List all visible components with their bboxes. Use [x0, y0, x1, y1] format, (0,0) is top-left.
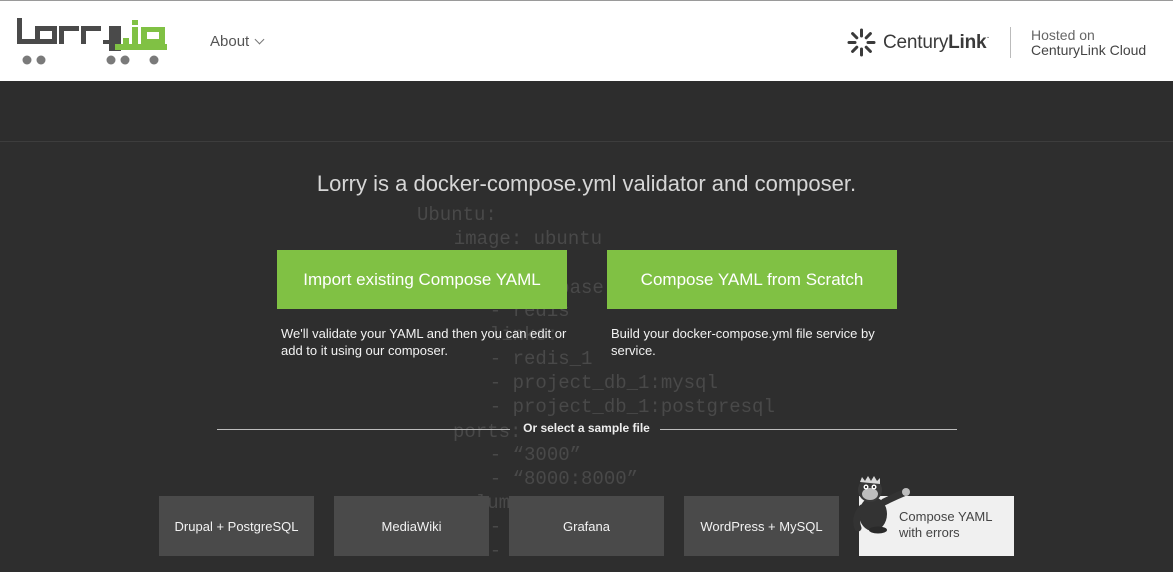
sample-drupal-postgresql[interactable]: Drupal + PostgreSQL — [159, 496, 314, 556]
dark-band — [0, 81, 1173, 142]
yaml-line: - project_db_1:mysql — [467, 372, 718, 394]
page-tagline: Lorry is a docker-compose.yml validator … — [316, 171, 857, 196]
gorilla-mascot-icon — [853, 476, 910, 534]
import-description: We'll validate your YAML and then you ca… — [281, 326, 567, 358]
yaml-line: - “8000:8000” — [467, 468, 639, 490]
yaml-line: image: ubuntu — [431, 228, 603, 250]
nav-about-label: About — [210, 33, 250, 50]
separator-right — [660, 429, 957, 430]
sample-mediawiki[interactable]: MediaWiki — [334, 496, 489, 556]
sample-heading: Or select a sample file — [523, 421, 650, 435]
yaml-line: - project_db_1:postgresql — [467, 396, 775, 418]
compose-description: Build your docker-compose.yml file servi… — [611, 326, 875, 358]
brand-mark: · — [986, 31, 990, 43]
sample-grafana[interactable]: Grafana — [509, 496, 664, 556]
yaml-line: - “3000” — [467, 444, 582, 466]
compose-scratch-button[interactable]: Compose YAML from Scratch — [607, 250, 897, 309]
centurylink-brand[interactable]: CenturyLink· — [847, 28, 990, 57]
site-header: About CenturyLink· Hosted on CenturyLink… — [0, 0, 1173, 81]
yaml-line: Ubuntu: — [417, 204, 497, 226]
brand-regular: Century — [883, 31, 949, 53]
nav-about-menu[interactable]: About — [210, 33, 265, 50]
hosted-line-1: Hosted on — [1031, 27, 1095, 43]
centurylink-sunburst-icon — [847, 28, 876, 57]
brand-bold: Link — [948, 31, 987, 53]
sample-wordpress-mysql[interactable]: WordPress + MySQL — [684, 496, 839, 556]
chevron-down-icon — [254, 34, 265, 45]
hosted-on-text: Hosted on CenturyLink Cloud — [1031, 28, 1146, 58]
lorry-logo[interactable] — [15, 18, 167, 66]
header-divider — [1010, 27, 1011, 58]
hosted-line-2: CenturyLink Cloud — [1031, 42, 1147, 58]
import-yaml-button[interactable]: Import existing Compose YAML — [277, 250, 567, 309]
